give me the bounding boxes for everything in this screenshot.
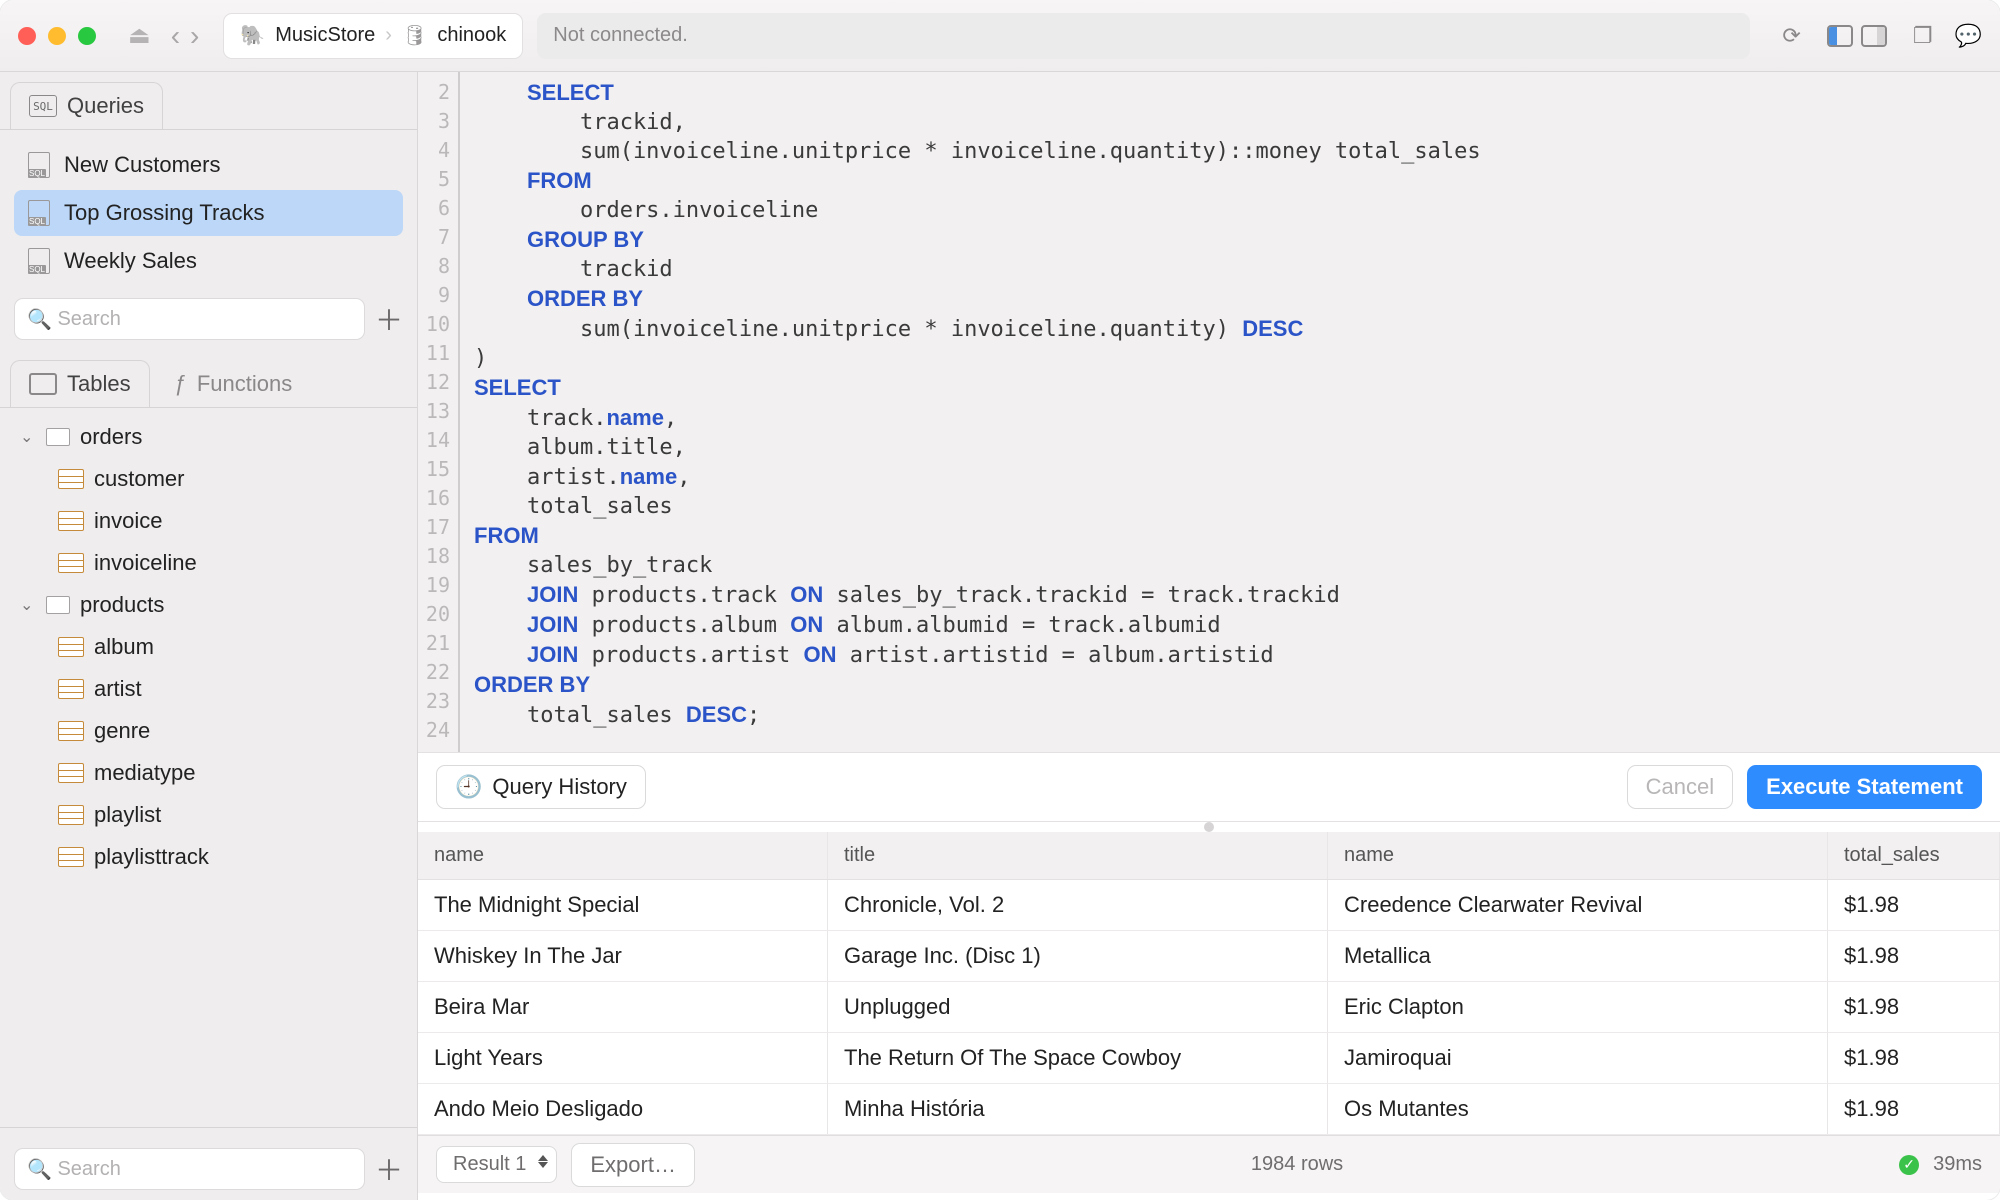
- query-item[interactable]: Weekly Sales: [14, 238, 403, 284]
- query-item[interactable]: Top Grossing Tracks: [14, 190, 403, 236]
- query-history-button[interactable]: 🕘 Query History: [436, 765, 646, 809]
- line-gutter: 2 3 4 5 6 7 8 9 10 11 12 13 14 15 16 17 …: [418, 72, 460, 752]
- tables-tab[interactable]: Tables: [10, 360, 150, 407]
- breadcrumb-project: MusicStore: [275, 24, 375, 47]
- column-header[interactable]: title: [828, 832, 1328, 879]
- breadcrumb-database: chinook: [437, 24, 506, 47]
- table-node[interactable]: playlisttrack: [14, 840, 403, 874]
- queries-tab[interactable]: SQL Queries: [10, 82, 163, 129]
- table-node[interactable]: customer: [14, 462, 403, 496]
- functions-tab[interactable]: ƒ Functions: [156, 360, 312, 407]
- forward-button[interactable]: ›: [190, 20, 199, 52]
- table-icon: [58, 763, 84, 783]
- tables-search-input[interactable]: 🔍 Search: [14, 1148, 365, 1190]
- eject-icon[interactable]: ⏏: [128, 21, 151, 50]
- row-count: 1984 rows: [1251, 1153, 1343, 1176]
- table-node[interactable]: genre: [14, 714, 403, 748]
- chevron-down-icon: ⌄: [20, 595, 36, 615]
- close-window-button[interactable]: [18, 27, 36, 45]
- results-header: nametitlenametotal_sales: [418, 832, 2000, 880]
- sql-editor[interactable]: 2 3 4 5 6 7 8 9 10 11 12 13 14 15 16 17 …: [418, 72, 2000, 752]
- execute-button[interactable]: Execute Statement: [1747, 765, 1982, 809]
- export-button[interactable]: Export…: [571, 1143, 695, 1187]
- table-icon: [58, 469, 84, 489]
- status-success-icon: ✓: [1899, 1155, 1919, 1175]
- sidebar: SQL Queries New CustomersTop Grossing Tr…: [0, 72, 418, 1200]
- table-icon: [29, 373, 57, 395]
- table-row[interactable]: Ando Meio DesligadoMinha HistóriaOs Muta…: [418, 1084, 2000, 1135]
- results-panel: nametitlenametotal_sales The Midnight Sp…: [418, 821, 2000, 1200]
- folder-icon: [46, 428, 70, 446]
- toggle-left-panel-button[interactable]: [1827, 25, 1853, 47]
- chevron-down-icon: ⌄: [20, 427, 36, 447]
- title-bar: ⏏ ‹ › 🐘 MusicStore › 🛢 chinook Not conne…: [0, 0, 2000, 72]
- table-node[interactable]: invoice: [14, 504, 403, 538]
- sql-file-icon: [28, 152, 50, 178]
- column-header[interactable]: name: [1328, 832, 1828, 879]
- sql-file-icon: [28, 200, 50, 226]
- code-content[interactable]: SELECT trackid, sum(invoiceline.unitpric…: [460, 72, 2000, 752]
- back-button[interactable]: ‹: [171, 20, 180, 52]
- reload-icon[interactable]: ⟳: [1782, 23, 1800, 49]
- cancel-button[interactable]: Cancel: [1627, 765, 1733, 809]
- folder-icon: [46, 596, 70, 614]
- table-node[interactable]: invoiceline: [14, 546, 403, 580]
- breadcrumb[interactable]: 🐘 MusicStore › 🛢 chinook: [223, 13, 523, 59]
- table-node[interactable]: mediatype: [14, 756, 403, 790]
- column-header[interactable]: name: [418, 832, 828, 879]
- search-icon: 🔍: [27, 1157, 52, 1182]
- query-time: 39ms: [1933, 1153, 1982, 1176]
- table-icon: [58, 511, 84, 531]
- window-controls: [18, 27, 96, 45]
- chat-icon[interactable]: 💬: [1955, 23, 1982, 49]
- result-tab-select[interactable]: Result 1: [436, 1146, 557, 1183]
- table-icon: [58, 679, 84, 699]
- table-row[interactable]: The Midnight SpecialChronicle, Vol. 2Cre…: [418, 880, 2000, 931]
- table-node[interactable]: album: [14, 630, 403, 664]
- resize-handle[interactable]: [418, 822, 2000, 832]
- function-icon: ƒ: [175, 371, 187, 397]
- table-icon: [58, 637, 84, 657]
- query-item[interactable]: New Customers: [14, 142, 403, 188]
- database-icon: 🛢: [402, 23, 427, 48]
- table-icon: [58, 721, 84, 741]
- column-header[interactable]: total_sales: [1828, 832, 2000, 879]
- chevron-right-icon: ›: [385, 24, 392, 47]
- search-icon: 🔍: [27, 307, 52, 332]
- zoom-window-button[interactable]: [78, 27, 96, 45]
- table-row[interactable]: Beira MarUnpluggedEric Clapton$1.98: [418, 982, 2000, 1033]
- table-icon: [58, 805, 84, 825]
- schema-node[interactable]: ⌄orders: [14, 420, 403, 454]
- project-icon: 🐘: [240, 23, 265, 48]
- history-icon: 🕘: [455, 774, 482, 800]
- schema-node[interactable]: ⌄products: [14, 588, 403, 622]
- sql-file-icon: [28, 248, 50, 274]
- table-node[interactable]: playlist: [14, 798, 403, 832]
- table-icon: [58, 553, 84, 573]
- results-body[interactable]: The Midnight SpecialChronicle, Vol. 2Cre…: [418, 880, 2000, 1135]
- add-query-button[interactable]: ＋: [375, 299, 403, 339]
- table-row[interactable]: Whiskey In The JarGarage Inc. (Disc 1)Me…: [418, 931, 2000, 982]
- table-icon: [58, 847, 84, 867]
- toggle-right-panel-button[interactable]: [1861, 25, 1887, 47]
- connection-status[interactable]: Not connected.: [537, 13, 1750, 59]
- queries-search-input[interactable]: 🔍 Search: [14, 298, 365, 340]
- add-table-button[interactable]: ＋: [375, 1149, 403, 1189]
- table-row[interactable]: Light YearsThe Return Of The Space Cowbo…: [418, 1033, 2000, 1084]
- sql-icon: SQL: [29, 95, 57, 117]
- table-node[interactable]: artist: [14, 672, 403, 706]
- windows-icon[interactable]: ❐: [1913, 23, 1933, 49]
- minimize-window-button[interactable]: [48, 27, 66, 45]
